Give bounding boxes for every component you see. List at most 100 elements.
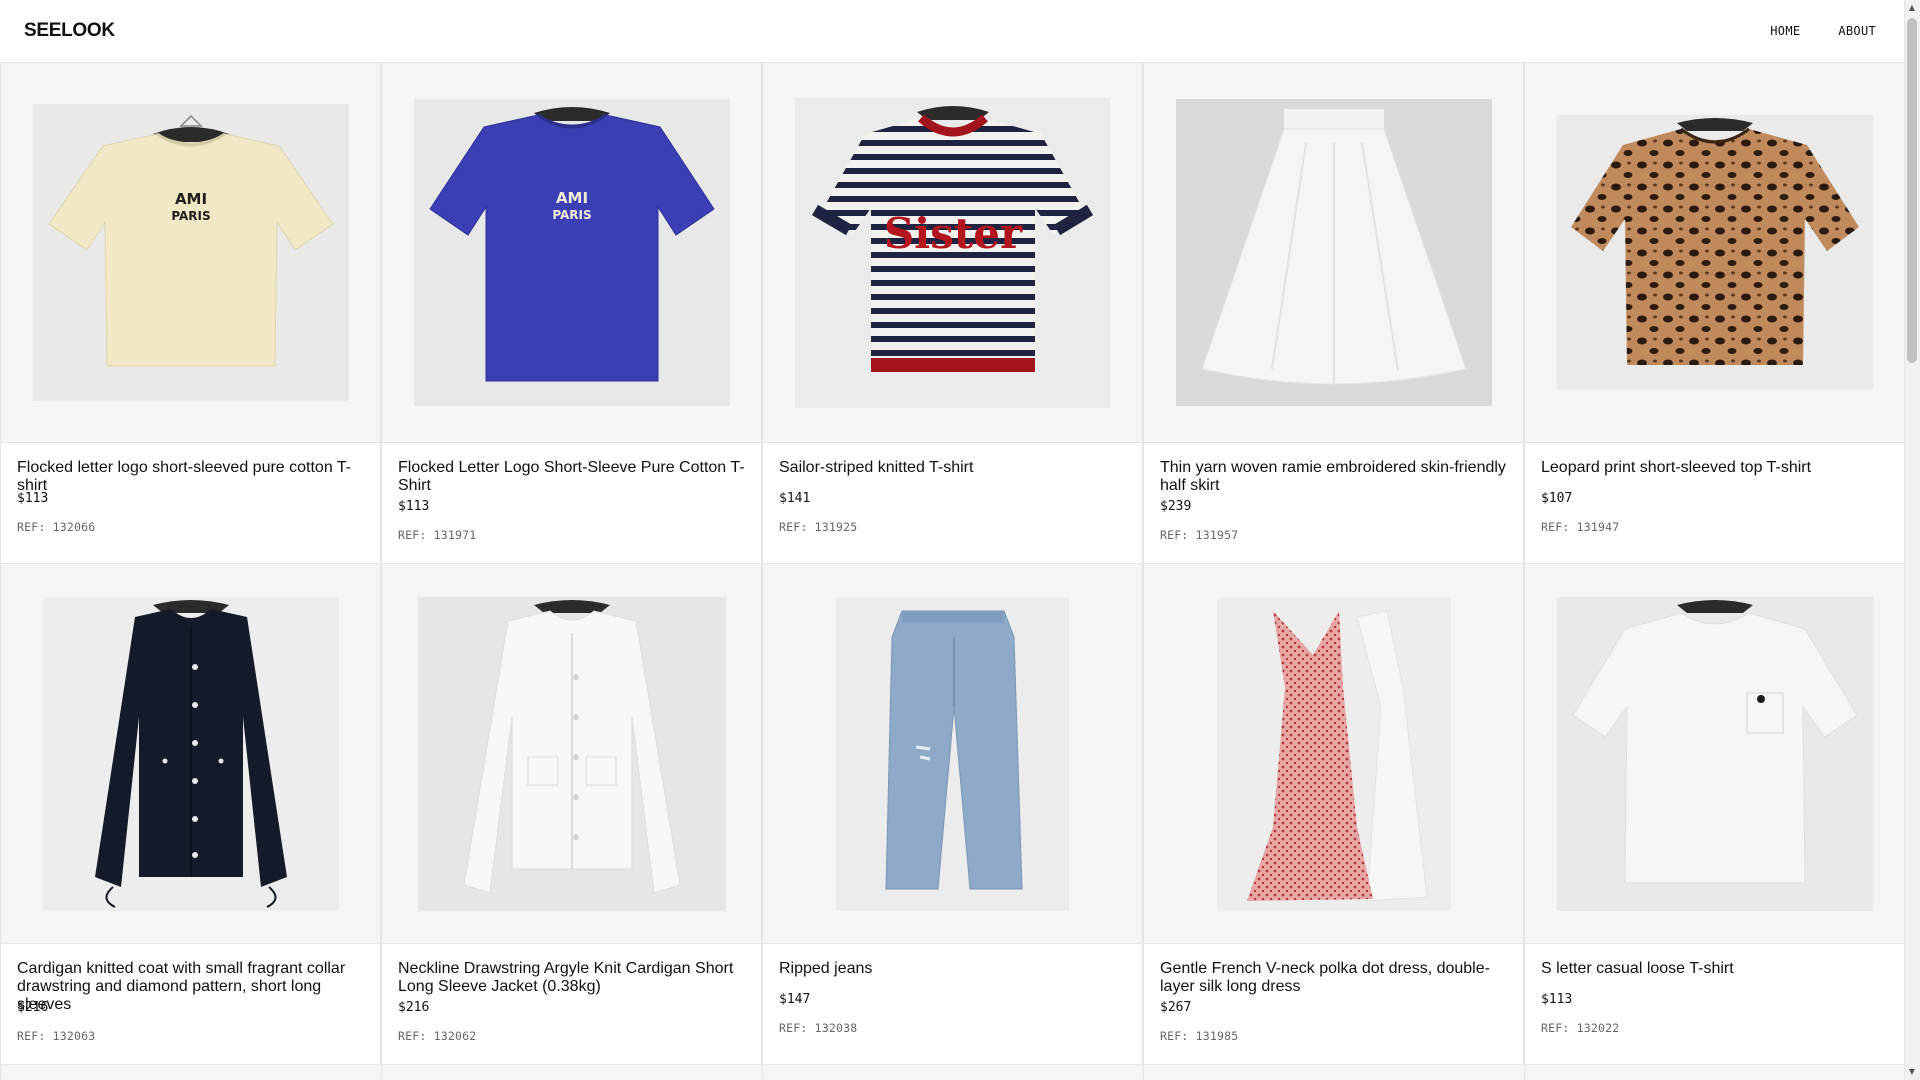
product-info: Leopard print short-sleeved top T-shirt …	[1524, 443, 1904, 563]
product-image-area[interactable]: AMI PARIS	[381, 63, 761, 443]
product-ref: REF: 131971	[398, 528, 477, 542]
product-image-area[interactable]	[381, 564, 761, 944]
product-image-area[interactable]	[1143, 63, 1523, 443]
product-price: $239	[1160, 499, 1192, 514]
next-row-preview	[0, 1065, 1905, 1080]
top-bar: SEELOOK HOME ABOUT	[0, 0, 1904, 63]
product-card[interactable]: AMI PARIS Flocked letter logo short-slee…	[0, 63, 381, 564]
scroll-up-arrow-icon[interactable]: ▲	[1907, 3, 1917, 13]
product-name[interactable]: Gentle French V-neck polka dot dress, do…	[1160, 960, 1507, 998]
product-card[interactable]: AMI PARIS Flocked Letter Logo Short-Slee…	[381, 63, 762, 564]
product-card[interactable]: Ripped jeans $147 REF: 132038	[762, 564, 1143, 1065]
brand-logo[interactable]: SEELOOK	[24, 20, 115, 42]
product-info: Thin yarn woven ramie embroidered skin-f…	[1143, 443, 1523, 563]
main-nav: HOME ABOUT	[1744, 20, 1888, 42]
product-price: $147	[779, 992, 811, 1007]
product-ref: REF: 131947	[1541, 520, 1620, 534]
product-name[interactable]: Flocked Letter Logo Short-Sleeve Pure Co…	[398, 459, 745, 497]
white-tshirt-image	[1556, 596, 1873, 911]
product-card[interactable]: Gentle French V-neck polka dot dress, do…	[1143, 564, 1524, 1065]
svg-text:Sister: Sister	[884, 209, 1023, 258]
white-skirt-image	[1175, 99, 1492, 406]
product-photo[interactable]	[1556, 115, 1873, 390]
svg-text:AMI: AMI	[174, 190, 206, 208]
product-photo[interactable]: AMI PARIS	[32, 104, 349, 401]
product-price: $141	[779, 491, 811, 506]
svg-text:PARIS: PARIS	[552, 208, 591, 222]
product-photo[interactable]: Sister	[795, 97, 1110, 408]
product-image-area[interactable]: AMI PARIS	[0, 63, 380, 443]
product-price: $113	[1541, 992, 1573, 1007]
scroll-down-arrow-icon[interactable]: ▼	[1907, 1067, 1917, 1077]
product-card[interactable]: Sister Sailor-striped knitted T-shirt $1…	[762, 63, 1143, 564]
next-card-top[interactable]	[762, 1065, 1143, 1080]
product-name[interactable]: Sailor-striped knitted T-shirt	[779, 459, 1126, 489]
product-ref: REF: 131957	[1160, 528, 1239, 542]
product-name[interactable]: Ripped jeans	[779, 960, 1126, 990]
nav-about-link[interactable]: ABOUT	[1826, 20, 1888, 42]
product-card[interactable]: S letter casual loose T-shirt $113 REF: …	[1524, 564, 1905, 1065]
product-image-area[interactable]	[1143, 564, 1523, 944]
product-price: $107	[1541, 491, 1573, 506]
product-ref: REF: 132066	[17, 520, 96, 534]
product-info: S letter casual loose T-shirt $113 REF: …	[1524, 944, 1904, 1064]
product-image-area[interactable]	[0, 564, 380, 944]
product-photo[interactable]	[836, 596, 1069, 911]
product-photo[interactable]: AMI PARIS	[413, 99, 730, 406]
next-card-top[interactable]	[0, 1065, 381, 1080]
product-photo[interactable]	[42, 596, 339, 911]
product-photo[interactable]	[417, 596, 726, 911]
product-name[interactable]: Cardigan knitted coat with small fragran…	[17, 960, 364, 1013]
product-name[interactable]: S letter casual loose T-shirt	[1541, 960, 1888, 990]
product-grid: AMI PARIS Flocked letter logo short-slee…	[0, 63, 1905, 1065]
product-info: Sailor-striped knitted T-shirt $141 REF:…	[762, 443, 1142, 563]
product-info: Ripped jeans $147 REF: 132038	[762, 944, 1142, 1064]
ripped-jeans-image	[836, 596, 1069, 911]
product-ref: REF: 131985	[1160, 1029, 1239, 1043]
next-card-top[interactable]	[1524, 1065, 1905, 1080]
striped-knit-image: Sister	[795, 97, 1110, 408]
nav-home-link[interactable]: HOME	[1758, 20, 1812, 42]
product-image-area[interactable]	[1524, 564, 1904, 944]
product-price: $267	[1160, 1000, 1192, 1015]
product-photo[interactable]	[1175, 99, 1492, 406]
next-card-top[interactable]	[381, 1065, 762, 1080]
product-image-area[interactable]	[1524, 63, 1904, 443]
white-cardigan-image	[417, 596, 726, 911]
product-name[interactable]: Flocked letter logo short-sleeved pure c…	[17, 459, 364, 494]
product-info: Neckline Drawstring Argyle Knit Cardigan…	[381, 944, 761, 1064]
product-photo[interactable]	[1556, 596, 1873, 911]
leopard-tshirt-image	[1556, 115, 1873, 390]
product-ref: REF: 132062	[398, 1029, 477, 1043]
product-photo[interactable]	[1216, 596, 1451, 911]
vertical-scrollbar[interactable]: ▲ ▼	[1904, 0, 1920, 1080]
navy-cardigan-image	[42, 596, 339, 911]
product-price: $113	[17, 491, 49, 506]
cream-tshirt-image: AMI PARIS	[32, 104, 349, 401]
product-price: $113	[398, 499, 430, 514]
polka-dot-dress-image	[1216, 596, 1451, 911]
product-price: $216	[398, 1000, 430, 1015]
product-ref: REF: 132038	[779, 1021, 858, 1035]
product-info: Cardigan knitted coat with small fragran…	[0, 944, 380, 1064]
next-card-top[interactable]	[1143, 1065, 1524, 1080]
scrollbar-thumb[interactable]	[1907, 18, 1917, 363]
product-card[interactable]: Thin yarn woven ramie embroidered skin-f…	[1143, 63, 1524, 564]
product-ref: REF: 132022	[1541, 1021, 1620, 1035]
product-card[interactable]: Leopard print short-sleeved top T-shirt …	[1524, 63, 1905, 564]
product-name[interactable]: Thin yarn woven ramie embroidered skin-f…	[1160, 459, 1507, 497]
blue-tshirt-image: AMI PARIS	[413, 99, 730, 406]
product-card[interactable]: Cardigan knitted coat with small fragran…	[0, 564, 381, 1065]
product-info: Flocked letter logo short-sleeved pure c…	[0, 443, 380, 563]
product-ref: REF: 131925	[779, 520, 858, 534]
svg-text:PARIS: PARIS	[171, 209, 210, 223]
product-card[interactable]: Neckline Drawstring Argyle Knit Cardigan…	[381, 564, 762, 1065]
product-image-area[interactable]: Sister	[762, 63, 1142, 443]
product-name[interactable]: Leopard print short-sleeved top T-shirt	[1541, 459, 1888, 489]
product-ref: REF: 132063	[17, 1029, 96, 1043]
product-name[interactable]: Neckline Drawstring Argyle Knit Cardigan…	[398, 960, 745, 998]
product-info: Flocked Letter Logo Short-Sleeve Pure Co…	[381, 443, 761, 563]
svg-text:AMI: AMI	[555, 189, 587, 207]
product-image-area[interactable]	[762, 564, 1142, 944]
product-info: Gentle French V-neck polka dot dress, do…	[1143, 944, 1523, 1064]
